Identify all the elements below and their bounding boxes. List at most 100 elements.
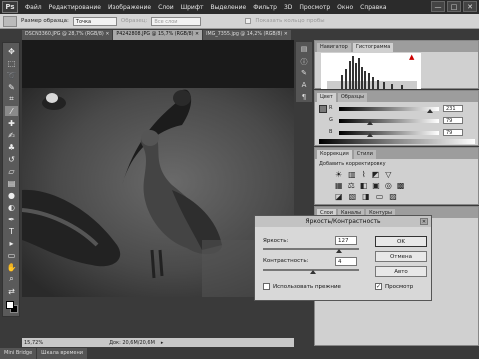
eyedropper-tool-icon[interactable]: ⁄ bbox=[5, 106, 18, 116]
marquee-tool-icon[interactable]: ⬚ bbox=[5, 58, 18, 68]
sample-select[interactable]: Все слои bbox=[151, 16, 202, 26]
red-track[interactable] bbox=[339, 107, 439, 111]
selective-color-adjust-icon[interactable]: ▨ bbox=[389, 192, 397, 201]
red-thumb[interactable] bbox=[426, 109, 433, 113]
document-tabs: DSCN3360.JPG @ 28,7% (RGB/8) ✕ P4242808.… bbox=[0, 30, 310, 40]
vibrance-adjust-icon[interactable]: ▽ bbox=[385, 170, 391, 179]
color-ramp[interactable] bbox=[319, 139, 475, 144]
exposure-adjust-icon[interactable]: ◩ bbox=[372, 170, 380, 179]
status-arrow-icon[interactable]: ▸ bbox=[161, 340, 164, 346]
threshold-adjust-icon[interactable]: ◨ bbox=[362, 192, 370, 201]
color-lookup-adjust-icon[interactable]: ▩ bbox=[397, 181, 405, 190]
zoom-level[interactable]: 15,72% bbox=[24, 340, 43, 346]
green-value[interactable]: 79 bbox=[443, 117, 463, 124]
minimize-button[interactable]: — bbox=[431, 1, 445, 12]
levels-adjust-icon[interactable]: ▥ bbox=[348, 170, 356, 179]
tab-swatches[interactable]: Образцы bbox=[337, 93, 368, 102]
hand-tool-icon[interactable]: ✋ bbox=[5, 262, 18, 272]
green-thumb[interactable] bbox=[367, 121, 373, 125]
move-tool-icon[interactable]: ✥ bbox=[5, 46, 18, 56]
clone-stamp-tool-icon[interactable]: ♣ bbox=[5, 142, 18, 152]
tab-styles[interactable]: Стили bbox=[353, 150, 376, 159]
menu-window[interactable]: Окно bbox=[337, 4, 353, 11]
dialog-title[interactable]: Яркость/Контрастность bbox=[255, 216, 431, 227]
pen-tool-icon[interactable]: ✒ bbox=[5, 214, 18, 224]
contrast-slider-thumb[interactable] bbox=[309, 270, 316, 274]
brightness-adjust-icon[interactable]: ☀ bbox=[335, 170, 342, 179]
swap-colors-icon[interactable]: ⇄ bbox=[5, 286, 18, 296]
brightness-contrast-dialog: Яркость/Контрастность ✕ Яркость: 127 Кон… bbox=[254, 215, 432, 301]
close-button[interactable]: ✕ bbox=[463, 1, 477, 12]
invert-adjust-icon[interactable]: ◪ bbox=[335, 192, 343, 201]
dodge-tool-icon[interactable]: ◐ bbox=[5, 202, 18, 212]
history-panel-icon[interactable]: ▤ bbox=[299, 45, 309, 54]
contrast-label: Контрастность: bbox=[263, 258, 309, 264]
paragraph-panel-icon[interactable]: ¶ bbox=[299, 93, 309, 102]
tab-color[interactable]: Цвет bbox=[317, 93, 336, 102]
path-select-tool-icon[interactable]: ▸ bbox=[5, 238, 18, 248]
menu-type[interactable]: Шрифт bbox=[181, 4, 204, 11]
character-panel-icon[interactable]: A bbox=[299, 81, 309, 90]
photo-filter-adjust-icon[interactable]: ▣ bbox=[372, 181, 380, 190]
brush-tool-icon[interactable]: ✍ bbox=[5, 130, 18, 140]
blur-tool-icon[interactable]: ● bbox=[5, 190, 18, 200]
tab-dscn3360[interactable]: DSCN3360.JPG @ 28,7% (RGB/8) ✕ bbox=[22, 30, 113, 40]
legacy-checkbox[interactable] bbox=[263, 283, 270, 290]
maximize-button[interactable]: □ bbox=[447, 1, 461, 12]
brush-panel-icon[interactable]: ✎ bbox=[299, 69, 309, 78]
curves-adjust-icon[interactable]: ⌇ bbox=[362, 170, 366, 179]
menu-edit[interactable]: Редактирование bbox=[49, 4, 101, 11]
eyedropper-tool-preset-icon[interactable] bbox=[3, 15, 17, 27]
menu-filter[interactable]: Фильтр bbox=[253, 4, 277, 11]
tab-mini-bridge[interactable]: Mini Bridge bbox=[0, 348, 37, 359]
lasso-tool-icon[interactable]: ➰ bbox=[5, 70, 18, 80]
tab-p4242808[interactable]: P4242808.JPG @ 15,7% (RGB/8) ✕ bbox=[113, 30, 203, 40]
blue-value[interactable]: 79 bbox=[443, 129, 463, 136]
menu-help[interactable]: Справка bbox=[360, 4, 386, 11]
brightness-field[interactable]: 127 bbox=[335, 236, 357, 245]
zoom-tool-icon[interactable]: ⌕ bbox=[5, 274, 18, 284]
bw-adjust-icon[interactable]: ◧ bbox=[360, 181, 368, 190]
tab-navigator[interactable]: Навигатор bbox=[317, 43, 351, 52]
color-preview-swatch[interactable] bbox=[319, 105, 327, 113]
cancel-button[interactable]: Отмена bbox=[375, 251, 427, 262]
history-brush-tool-icon[interactable]: ↺ bbox=[5, 154, 18, 164]
tab-timeline[interactable]: Шкала времени bbox=[37, 348, 87, 359]
preview-checkbox[interactable]: ✓ bbox=[375, 283, 382, 290]
blue-thumb[interactable] bbox=[367, 133, 373, 137]
posterize-adjust-icon[interactable]: ▧ bbox=[349, 192, 357, 201]
menu-view[interactable]: Просмотр bbox=[299, 4, 330, 11]
tab-img7355[interactable]: IMG_7355.jpg @ 14,2% (RGB/8) ✕ bbox=[203, 30, 291, 40]
info-panel-icon[interactable]: ⓘ bbox=[299, 57, 309, 66]
healing-tool-icon[interactable]: ✚ bbox=[5, 118, 18, 128]
quick-select-tool-icon[interactable]: ✎ bbox=[5, 82, 18, 92]
gradient-map-adjust-icon[interactable]: ▭ bbox=[376, 192, 384, 201]
hue-adjust-icon[interactable]: ▦ bbox=[335, 181, 343, 190]
shape-tool-icon[interactable]: ▭ bbox=[5, 250, 18, 260]
tab-adjustments[interactable]: Коррекция bbox=[317, 150, 352, 159]
contrast-field[interactable]: 4 bbox=[335, 257, 357, 266]
type-tool-icon[interactable]: T bbox=[5, 226, 18, 236]
foreground-color-swatch[interactable] bbox=[6, 301, 14, 309]
sample-size-select[interactable]: Точка bbox=[72, 16, 117, 26]
gradient-tool-icon[interactable]: ▤ bbox=[5, 178, 18, 188]
menu-image[interactable]: Изображение bbox=[108, 4, 151, 11]
menu-layers[interactable]: Слои bbox=[158, 4, 174, 11]
ok-button[interactable]: OK bbox=[375, 236, 427, 247]
green-track[interactable] bbox=[339, 119, 439, 123]
red-value[interactable]: 231 bbox=[443, 105, 463, 112]
tab-histogram[interactable]: Гистограмма bbox=[352, 43, 394, 52]
brightness-slider-thumb[interactable] bbox=[335, 249, 342, 253]
close-icon[interactable]: ✕ bbox=[420, 218, 428, 225]
menu-3d[interactable]: 3D bbox=[284, 4, 292, 11]
color-balance-adjust-icon[interactable]: ⚖ bbox=[348, 181, 355, 190]
eraser-tool-icon[interactable]: ▱ bbox=[5, 166, 18, 176]
blue-track[interactable] bbox=[339, 131, 439, 135]
auto-button[interactable]: Авто bbox=[375, 266, 427, 277]
menu-file[interactable]: Файл bbox=[25, 4, 42, 11]
crop-tool-icon[interactable]: ⌗ bbox=[5, 94, 18, 104]
channel-mixer-adjust-icon[interactable]: ◎ bbox=[385, 181, 392, 190]
menu-select[interactable]: Выделение bbox=[210, 4, 246, 11]
show-ring-checkbox[interactable] bbox=[245, 18, 252, 24]
brightness-track[interactable] bbox=[263, 248, 359, 250]
